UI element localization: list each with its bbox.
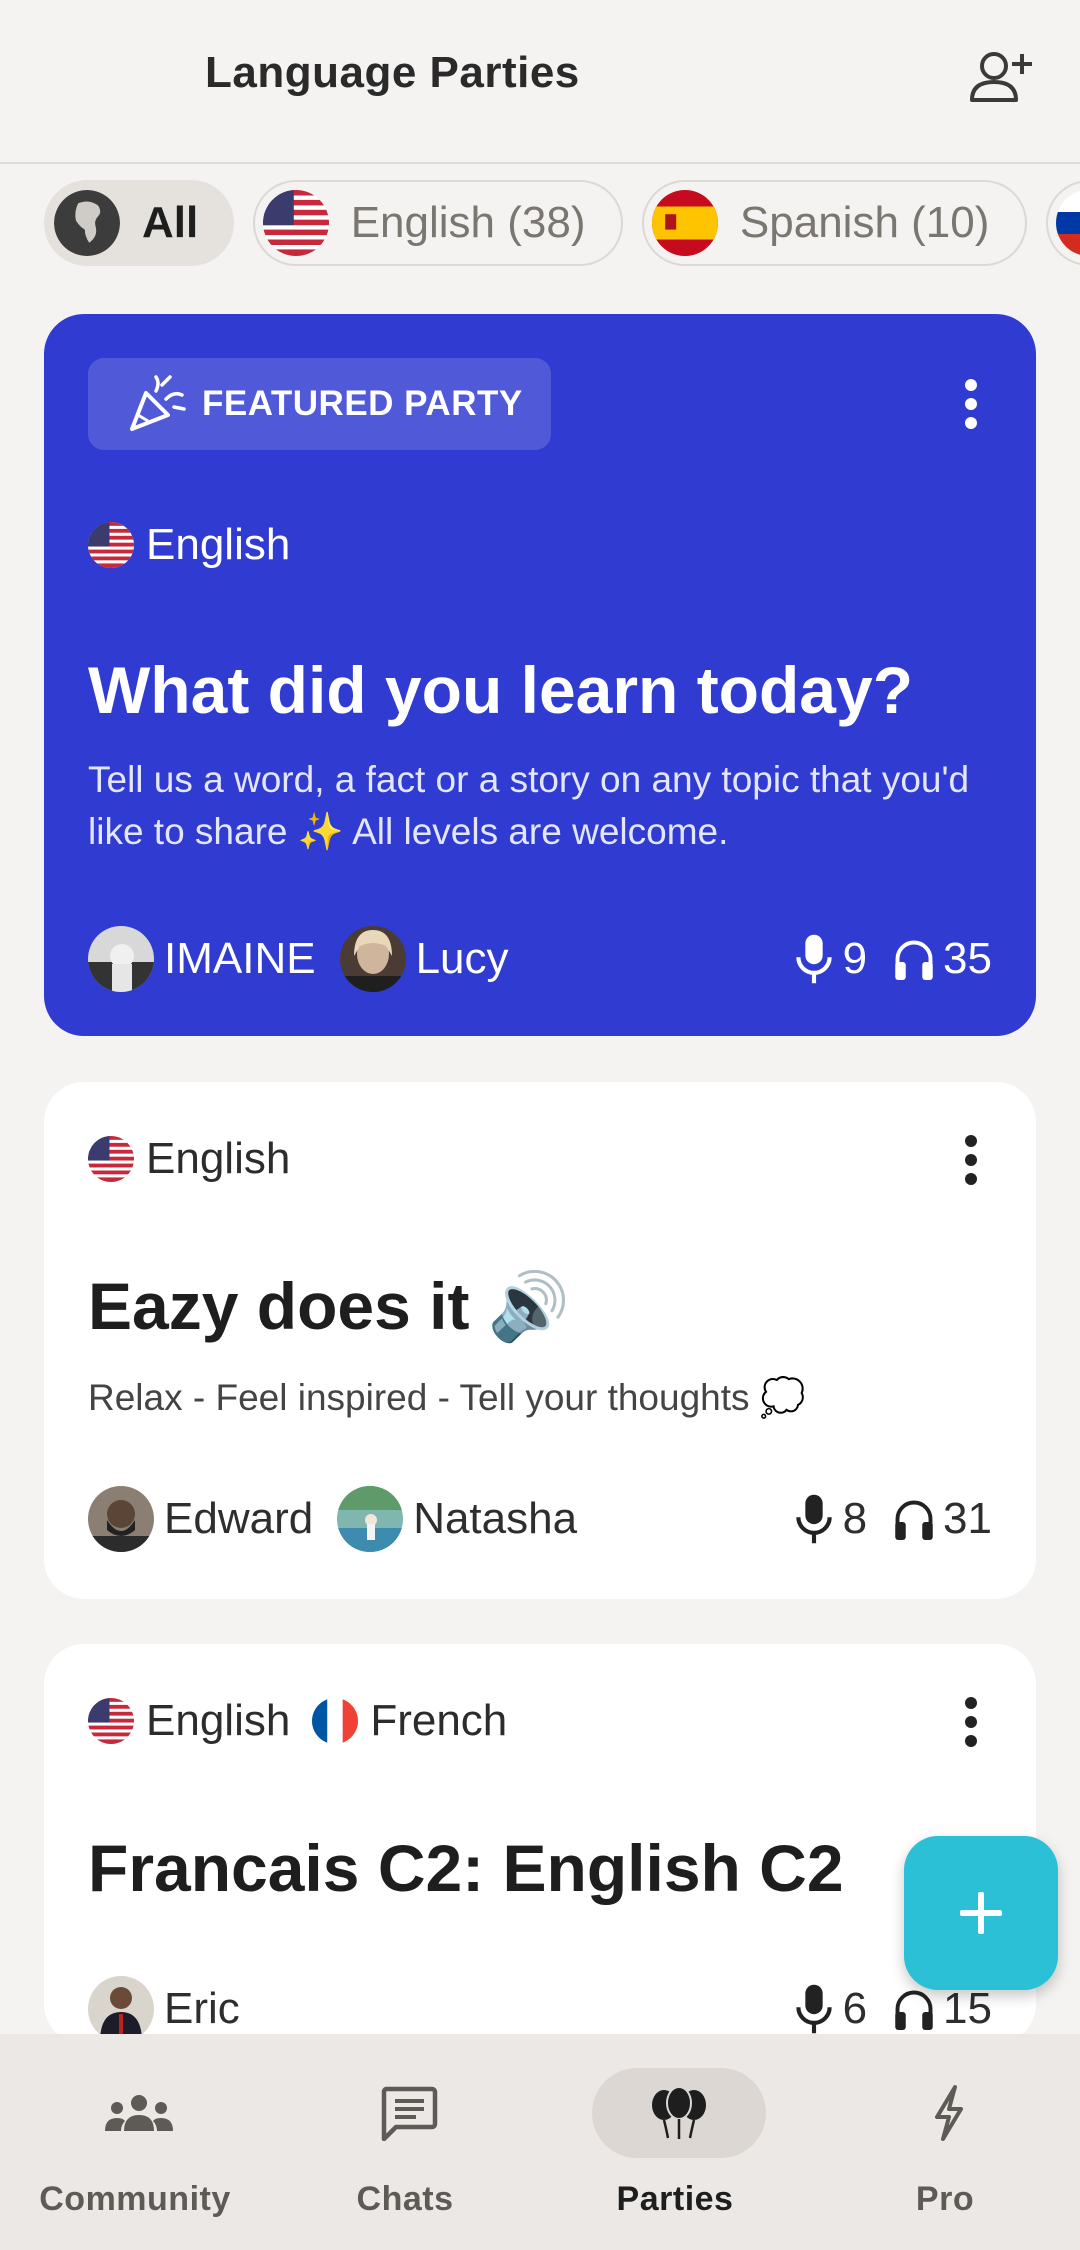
filter-chip-label: All xyxy=(142,198,199,247)
microphone-icon xyxy=(793,1983,835,2035)
filter-chip-english[interactable]: English (38) xyxy=(252,180,624,266)
host-name: IMAINE xyxy=(164,934,316,983)
party-languages: English xyxy=(88,520,312,570)
headphones-icon xyxy=(893,1493,935,1545)
host-name: Natasha xyxy=(413,1494,578,1543)
headphones-icon xyxy=(893,933,935,985)
featured-badge: FEATURED PARTY xyxy=(88,358,551,450)
party-description: Tell us a word, a fact or a story on any… xyxy=(88,759,970,852)
avatar[interactable] xyxy=(88,926,154,992)
us-flag-icon xyxy=(88,1698,134,1744)
people-icon xyxy=(105,2095,173,2131)
bottom-navigation: Community Chats Parties Pro xyxy=(0,2034,1080,2250)
filter-chip-spanish[interactable]: Spanish (10) xyxy=(641,180,1028,266)
party-languages: English French xyxy=(88,1696,529,1746)
language-label: English xyxy=(146,520,291,569)
balloons-icon xyxy=(652,2086,706,2139)
app-header: Language Parties xyxy=(0,0,1080,164)
plus-icon xyxy=(960,1892,1002,1934)
nav-label: Pro xyxy=(915,2180,975,2218)
speaker-count: 8 xyxy=(842,1494,868,1543)
listener-count: 35 xyxy=(943,934,992,983)
listener-count: 31 xyxy=(943,1494,992,1543)
language-label: English xyxy=(146,1696,291,1745)
microphone-icon xyxy=(793,1493,835,1545)
filter-chip-label: Spanish (10) xyxy=(739,198,990,247)
avatar[interactable] xyxy=(337,1486,404,1552)
nav-item-chats[interactable]: Chats xyxy=(270,2034,540,2250)
party-languages: English xyxy=(88,1134,312,1184)
avatar[interactable] xyxy=(88,1486,154,1552)
host-name: Lucy xyxy=(415,934,509,983)
bolt-icon xyxy=(935,2085,963,2141)
avatar[interactable] xyxy=(88,1976,154,2042)
page-title: Language Parties xyxy=(205,48,580,97)
nav-item-community[interactable]: Community xyxy=(0,2034,270,2250)
headphones-icon xyxy=(893,1983,935,2035)
language-label: French xyxy=(370,1696,508,1745)
party-title: Eazy does it 🔊 xyxy=(88,1269,570,1343)
nav-item-parties[interactable]: Parties xyxy=(540,2034,810,2250)
language-label: English xyxy=(146,1134,291,1183)
host-name: Eric xyxy=(164,1984,240,2033)
party-stats: 8 31 xyxy=(793,1486,992,1552)
party-hosts: Edward Natasha xyxy=(88,1486,601,1552)
listener-count: 15 xyxy=(943,1984,992,2033)
russia-flag-icon xyxy=(1056,190,1080,256)
avatar[interactable] xyxy=(339,926,406,992)
featured-badge-label: FEATURED PARTY xyxy=(202,384,523,423)
party-card[interactable]: English French Francais C2: English C2 E… xyxy=(44,1644,1036,2044)
create-party-button[interactable] xyxy=(904,1836,1058,1990)
party-hosts: Eric xyxy=(88,1976,264,2042)
globe-africa-icon xyxy=(54,190,120,256)
nav-label: Community xyxy=(39,2180,231,2218)
filter-chip-russian[interactable] xyxy=(1045,180,1080,266)
more-options-icon[interactable] xyxy=(964,1696,978,1748)
language-filter-bar: All English (38) Spanish (10) xyxy=(44,180,1080,270)
us-flag-icon xyxy=(88,522,134,568)
host-name: Edward xyxy=(164,1494,314,1543)
party-stats: 9 35 xyxy=(793,926,992,992)
more-options-icon[interactable] xyxy=(964,378,978,430)
nav-label: Parties xyxy=(616,2180,734,2218)
microphone-icon xyxy=(793,933,835,985)
party-title: Francais C2: English C2 xyxy=(88,1831,844,1905)
party-title: What did you learn today? xyxy=(88,653,914,727)
filter-chip-all[interactable]: All xyxy=(44,180,235,266)
spain-flag-icon xyxy=(652,190,718,256)
us-flag-icon xyxy=(88,1136,134,1182)
person-add-icon[interactable] xyxy=(966,48,1036,108)
filter-chip-label: English (38) xyxy=(350,198,586,247)
more-options-icon[interactable] xyxy=(964,1134,978,1186)
party-description: Relax - Feel inspired - Tell your though… xyxy=(88,1377,806,1418)
party-popper-icon xyxy=(130,375,186,431)
speaker-count: 6 xyxy=(842,1984,868,2033)
party-card[interactable]: English Eazy does it 🔊 Relax - Feel insp… xyxy=(44,1082,1036,1599)
nav-label: Chats xyxy=(356,2180,454,2218)
speaker-count: 9 xyxy=(842,934,868,983)
us-flag-icon xyxy=(263,190,329,256)
chat-icon xyxy=(381,2086,438,2141)
featured-party-card[interactable]: FEATURED PARTY English What did you lear… xyxy=(44,314,1036,1036)
france-flag-icon xyxy=(312,1698,358,1744)
party-hosts: IMAINE Lucy xyxy=(88,926,533,992)
nav-item-pro[interactable]: Pro xyxy=(810,2034,1080,2250)
